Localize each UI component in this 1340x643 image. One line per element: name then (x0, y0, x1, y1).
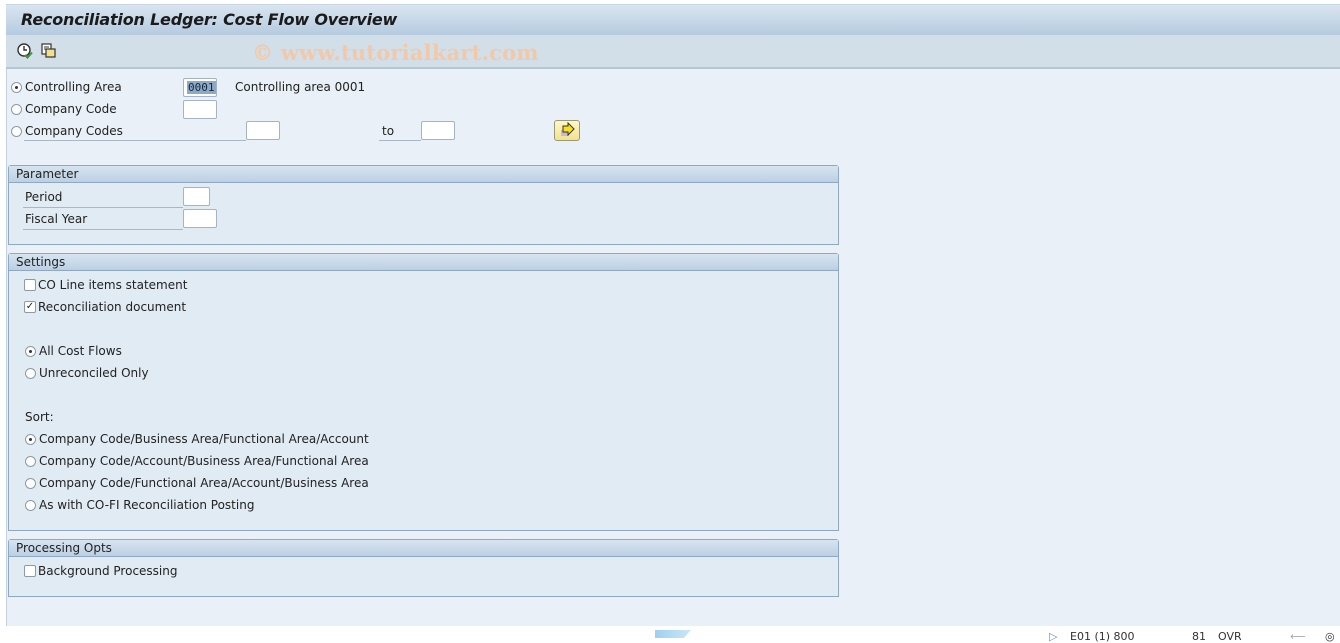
fiscal-year-label: Fiscal Year (25, 212, 88, 226)
reconciliation-document-label: Reconciliation document (38, 300, 187, 314)
radio-company-code[interactable] (11, 104, 22, 115)
sort-option-2-label: Company Code/Account/Business Area/Funct… (39, 454, 369, 468)
controlling-area-label: Controlling Area (25, 80, 122, 94)
application-toolbar: © www.tutorialkart.com (6, 35, 1340, 69)
radio-sort-option-3[interactable] (25, 478, 36, 489)
status-expand-icon[interactable]: ▷ (1049, 630, 1057, 643)
status-field3: OVR (1218, 630, 1242, 643)
controlling-area-value: 0001 (187, 81, 216, 94)
company-code-label: Company Code (25, 102, 117, 116)
controlling-area-input[interactable]: 0001 (183, 78, 217, 97)
get-variant-icon[interactable] (40, 42, 58, 60)
fiscal-year-input[interactable] (183, 209, 217, 228)
radio-unreconciled-only[interactable] (25, 368, 36, 379)
controlling-area-description: Controlling area 0001 (235, 80, 366, 94)
background-processing-checkbox[interactable] (24, 565, 36, 577)
radio-sort-option-4[interactable] (25, 500, 36, 511)
execute-with-time-check-icon[interactable] (16, 42, 34, 60)
radio-all-cost-flows[interactable] (25, 346, 36, 357)
radio-sort-option-1[interactable] (25, 434, 36, 445)
company-codes-to-input[interactable] (421, 121, 455, 140)
to-label: to (382, 124, 395, 138)
title-bar: Reconciliation Ledger: Cost Flow Overvie… (6, 4, 1340, 36)
multiple-selection-button[interactable] (554, 120, 580, 141)
unreconciled-only-label: Unreconciled Only (39, 366, 149, 380)
sort-option-4-label: As with CO-FI Reconciliation Posting (39, 498, 255, 512)
arrow-right-multiple-selection-icon (561, 121, 575, 137)
processing-options-title: Processing Opts (9, 540, 838, 557)
co-line-items-label: CO Line items statement (38, 278, 188, 292)
radio-sort-option-2[interactable] (25, 456, 36, 467)
company-codes-from-input[interactable] (246, 121, 280, 140)
company-codes-label: Company Codes (25, 124, 123, 138)
radio-controlling-area[interactable] (11, 82, 22, 93)
sort-option-1-label: Company Code/Business Area/Functional Ar… (39, 432, 369, 446)
sort-option-3-label: Company Code/Functional Area/Account/Bus… (39, 476, 369, 490)
status-back-icon[interactable]: ⟵ (1290, 630, 1306, 643)
status-field2: 81 (1192, 630, 1206, 643)
period-label: Period (25, 190, 63, 204)
status-help-icon[interactable]: ◎ (1325, 630, 1335, 643)
background-processing-label: Background Processing (38, 564, 178, 578)
watermark: © www.tutorialkart.com (252, 40, 539, 65)
period-input[interactable] (183, 187, 210, 206)
radio-company-codes[interactable] (11, 126, 22, 137)
all-cost-flows-label: All Cost Flows (39, 344, 122, 358)
page-title: Reconciliation Ledger: Cost Flow Overvie… (21, 10, 398, 29)
sort-label: Sort: (25, 410, 54, 424)
co-line-items-checkbox[interactable] (24, 279, 36, 291)
reconciliation-document-checkbox[interactable]: ✓ (24, 301, 36, 313)
parameter-group-title: Parameter (9, 166, 838, 183)
status-system[interactable]: E01 (1) 800 (1070, 630, 1135, 643)
settings-group-title: Settings (9, 254, 838, 271)
company-code-input[interactable] (183, 100, 217, 119)
